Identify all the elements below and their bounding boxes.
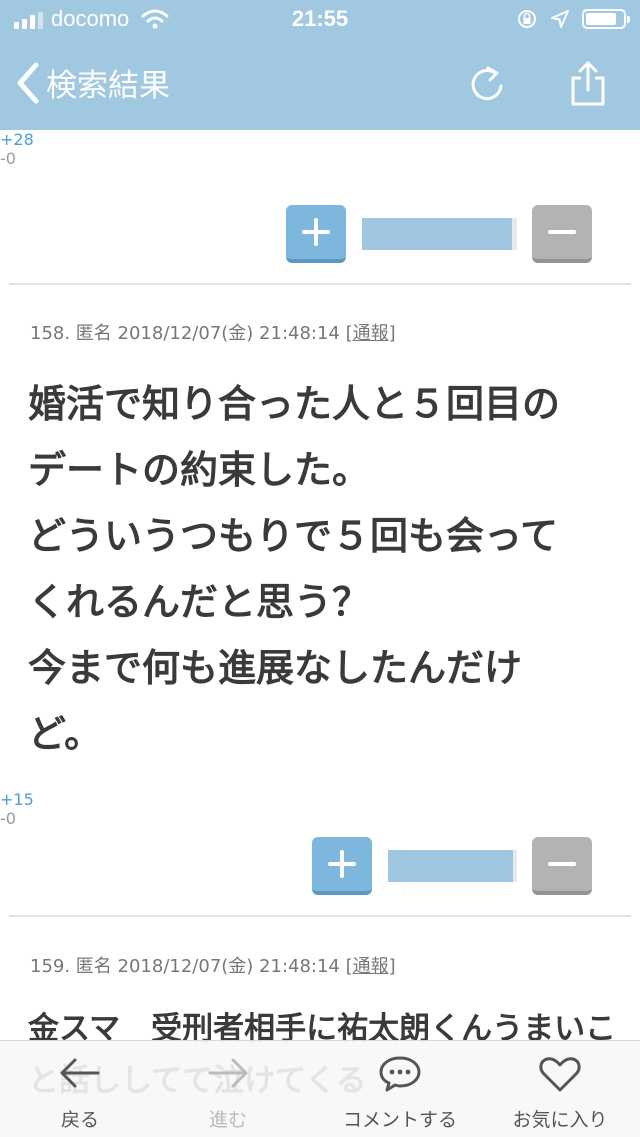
plus-button[interactable] <box>312 837 372 895</box>
plus-count: +28 <box>0 130 34 149</box>
tab-back[interactable]: 戻る <box>0 1041 160 1137</box>
comment-meta: 159. 匿名 2018/12/07(金) 21:48:14 [通報] <box>30 952 396 978</box>
back-label: 検索結果 <box>46 68 170 104</box>
nav-bar: 検索結果 <box>0 40 640 130</box>
chevron-left-icon <box>17 62 39 103</box>
tab-back-label: 戻る <box>60 1109 99 1131</box>
status-bar: docomo 21:55 <box>0 0 640 40</box>
plus-icon <box>302 218 330 246</box>
vote-row: +28 -0 <box>0 130 640 280</box>
comment-meta-info: 158. 匿名 2018/12/07(金) 21:48:14 <box>30 323 346 344</box>
heart-icon <box>539 1057 581 1092</box>
vote-ratio-fill <box>362 218 513 250</box>
speech-bubble-icon <box>379 1056 421 1092</box>
bottom-tab-bar: 戻る 進む コメントする お気に入り <box>0 1040 640 1137</box>
minus-icon <box>548 862 576 866</box>
share-icon[interactable] <box>566 60 610 108</box>
comment-meta: 158. 匿名 2018/12/07(金) 21:48:14 [通報] <box>30 319 396 345</box>
report-link[interactable]: [通報] <box>346 956 396 977</box>
vote-ratio-bar <box>362 218 517 250</box>
plus-button[interactable] <box>286 205 346 263</box>
tab-forward-label: 進む <box>208 1109 247 1131</box>
divider <box>9 915 631 917</box>
tab-favorite[interactable]: お気に入り <box>480 1041 640 1137</box>
tab-favorite-label: お気に入り <box>512 1109 608 1131</box>
comment-meta-info: 159. 匿名 2018/12/07(金) 21:48:14 <box>30 956 346 977</box>
reload-icon[interactable] <box>468 62 508 106</box>
minus-count: -0 <box>0 809 16 828</box>
tab-forward[interactable]: 進む <box>148 1041 308 1137</box>
vote-ratio-fill <box>388 850 514 882</box>
minus-button[interactable] <box>532 205 592 263</box>
battery-level <box>586 13 616 25</box>
back-button[interactable]: 検索結果 <box>14 60 170 105</box>
vote-ratio-bar <box>388 850 517 882</box>
divider <box>9 283 631 285</box>
minus-count: -0 <box>0 149 16 168</box>
status-right <box>516 8 630 30</box>
location-icon <box>551 10 569 28</box>
orientation-lock-icon <box>518 10 536 28</box>
plus-count: +15 <box>0 790 34 809</box>
minus-icon <box>548 230 576 234</box>
arrow-left-icon <box>60 1058 100 1088</box>
report-link[interactable]: [通報] <box>346 323 396 344</box>
comment-body: 婚活で知り合った人と５回目の デートの約束した。 どういうつもりで５回も会って … <box>28 382 561 756</box>
minus-button[interactable] <box>532 837 592 895</box>
battery-icon <box>582 9 630 29</box>
tab-comment-label: コメントする <box>342 1109 457 1131</box>
arrow-right-icon <box>208 1058 248 1088</box>
tab-comment[interactable]: コメントする <box>320 1041 480 1137</box>
vote-row: +15 -0 <box>0 790 640 940</box>
plus-icon <box>328 850 356 878</box>
